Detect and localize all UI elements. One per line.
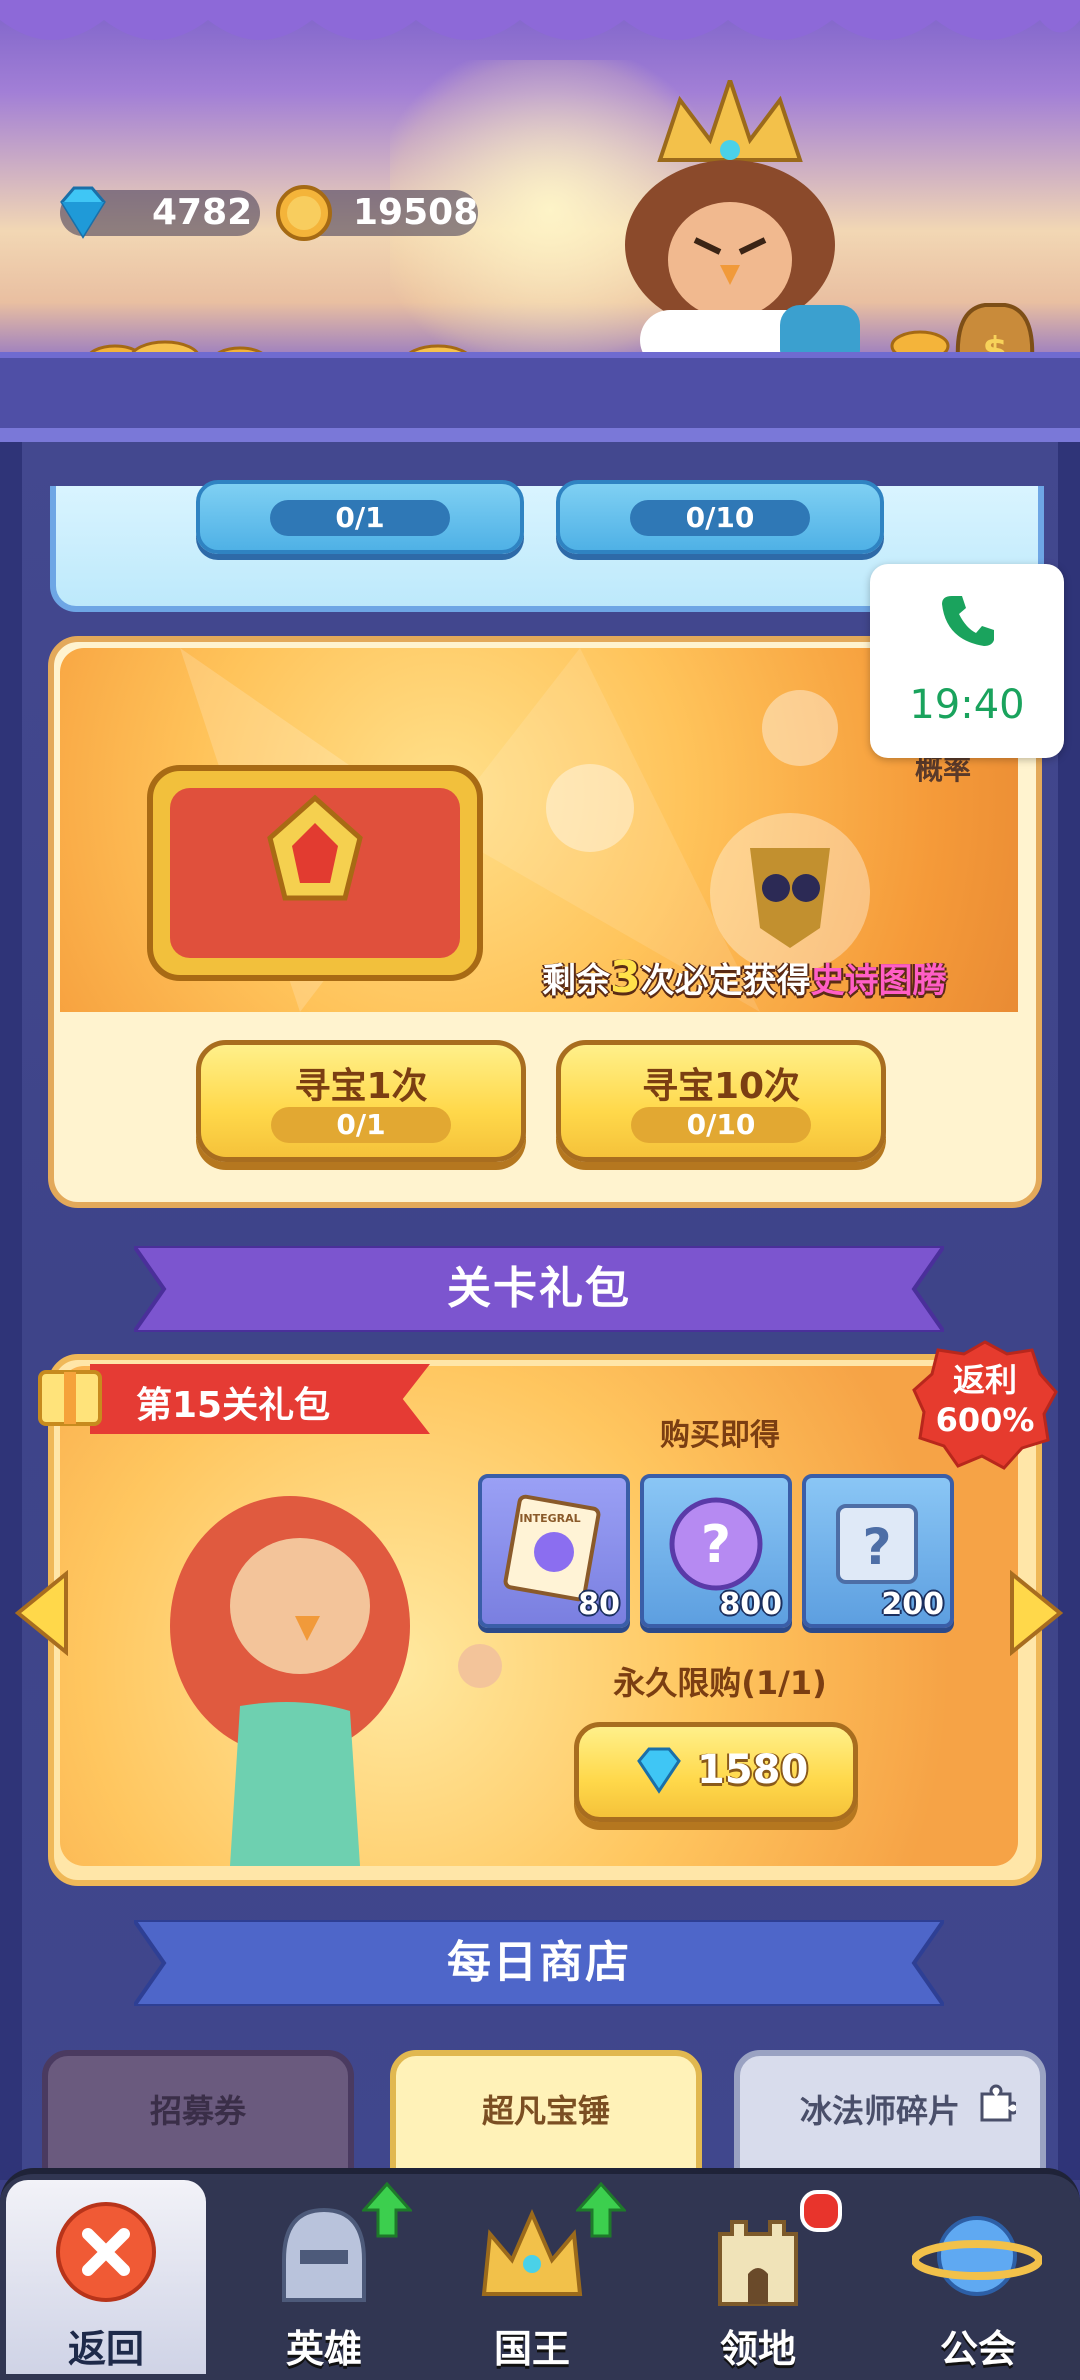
svg-text:?: ? [862,1518,891,1576]
shop-card-recruit-ticket-label: 招募券 [149,2092,246,2130]
mystery-scroll-icon: ? [836,1504,918,1584]
buy-pack-price: 1580 [697,1747,809,1793]
purchase-limit: 永久限购(1/1) [613,1664,827,1702]
prev-search-once-count: 0/1 [270,500,450,536]
stage-trim [0,428,1080,442]
rebate-line1: 返利 [952,1361,1017,1399]
wolf-orb-icon [762,690,838,766]
level-pack-title: 关卡礼包 [447,1263,631,1314]
coin-icon [276,185,332,241]
nav-territory[interactable]: 领地 [658,2180,858,2374]
reward-item-scroll[interactable]: ? 200 [802,1474,954,1628]
gift-box-icon [38,1370,102,1426]
reward-item-orb-count: 800 [719,1587,782,1622]
floating-call-widget[interactable]: 19:40 [870,564,1064,758]
curtain-valance [0,0,1080,40]
rebate-text: 返利 600% [912,1360,1058,1440]
upgrade-arrow-icon [576,2182,626,2238]
fox-mask-orb-icon [546,764,634,852]
nav-territory-label: 领地 [719,2327,796,2371]
hint-number: 3 [610,952,641,1003]
reward-item-integral-count: 80 [578,1587,620,1622]
hint-highlight: 史诗图腾 [810,961,947,1001]
planet-icon [912,2216,1042,2296]
prev-search-ten-button[interactable]: 0/10 [556,480,884,554]
rebate-line2: 600% [935,1401,1035,1439]
mystery-orb-icon: ? [669,1497,763,1591]
daily-shop-title: 每日商店 [447,1937,631,1988]
integral-card-icon: INTEGRAL [503,1494,601,1602]
svg-text:INTEGRAL: INTEGRAL [519,1512,580,1525]
nav-guild-label: 公会 [939,2327,1016,2371]
shop-card-super-hammer-label: 超凡宝锤 [481,2092,610,2130]
search-ten-count: 0/10 [631,1107,811,1143]
puzzle-piece-icon [980,2084,1016,2122]
nav-back[interactable]: 返回 [6,2180,206,2374]
carousel-next-arrow-icon[interactable] [1008,1570,1064,1656]
close-icon [56,2202,156,2302]
svg-text:?: ? [701,1515,731,1575]
treasure-chest-icon [147,765,483,981]
search-once-label: 寻宝1次 [294,1066,428,1107]
helmet-icon [282,2207,366,2302]
notification-dot [800,2190,842,2232]
level-pack-tag-text: 第15关礼包 [136,1385,331,1426]
gem-icon [637,1747,681,1794]
search-ten-label: 寻宝10次 [641,1066,801,1107]
nav-heroes-label: 英雄 [285,2327,362,2371]
search-once-count: 0/1 [271,1107,451,1143]
nav-back-label: 返回 [67,2327,144,2371]
nav-king-label: 国王 [493,2327,570,2371]
epic-totem-hint: 剩余3次必定获得史诗图腾 [542,952,947,1003]
crown-icon [481,2208,583,2296]
carousel-prev-arrow-icon[interactable] [14,1570,70,1656]
call-duration: 19:40 [909,682,1025,728]
nav-heroes[interactable]: 英雄 [224,2180,424,2374]
upgrade-arrow-icon [362,2182,412,2238]
reward-item-scroll-count: 200 [881,1587,944,1622]
hint-mid: 次必定获得 [640,961,811,1001]
gem-counter[interactable]: 4782 [60,186,260,239]
castle-icon [718,2220,798,2306]
nav-king[interactable]: 国王 [432,2180,632,2374]
gem-icon [60,186,106,239]
search-ten-button[interactable]: 寻宝10次 0/10 [556,1040,886,1162]
prev-search-once-button[interactable]: 0/1 [196,480,524,554]
buy-pack-button[interactable]: 1580 [574,1722,858,1822]
reward-item-integral[interactable]: INTEGRAL 80 [478,1474,630,1628]
prev-search-ten-count: 0/10 [630,500,810,536]
hint-prefix: 剩余 [542,961,610,1001]
nav-guild[interactable]: 公会 [878,2180,1078,2374]
gem-amount: 4782 [152,192,253,233]
coin-counter[interactable]: 19508 [276,185,479,241]
search-once-button[interactable]: 寻宝1次 0/1 [196,1040,526,1162]
buy-hint: 购买即得 [660,1418,780,1453]
left-rail [0,440,22,2180]
phone-icon [942,596,994,646]
coin-amount: 19508 [353,192,479,233]
reward-item-orb[interactable]: ? 800 [640,1474,792,1628]
